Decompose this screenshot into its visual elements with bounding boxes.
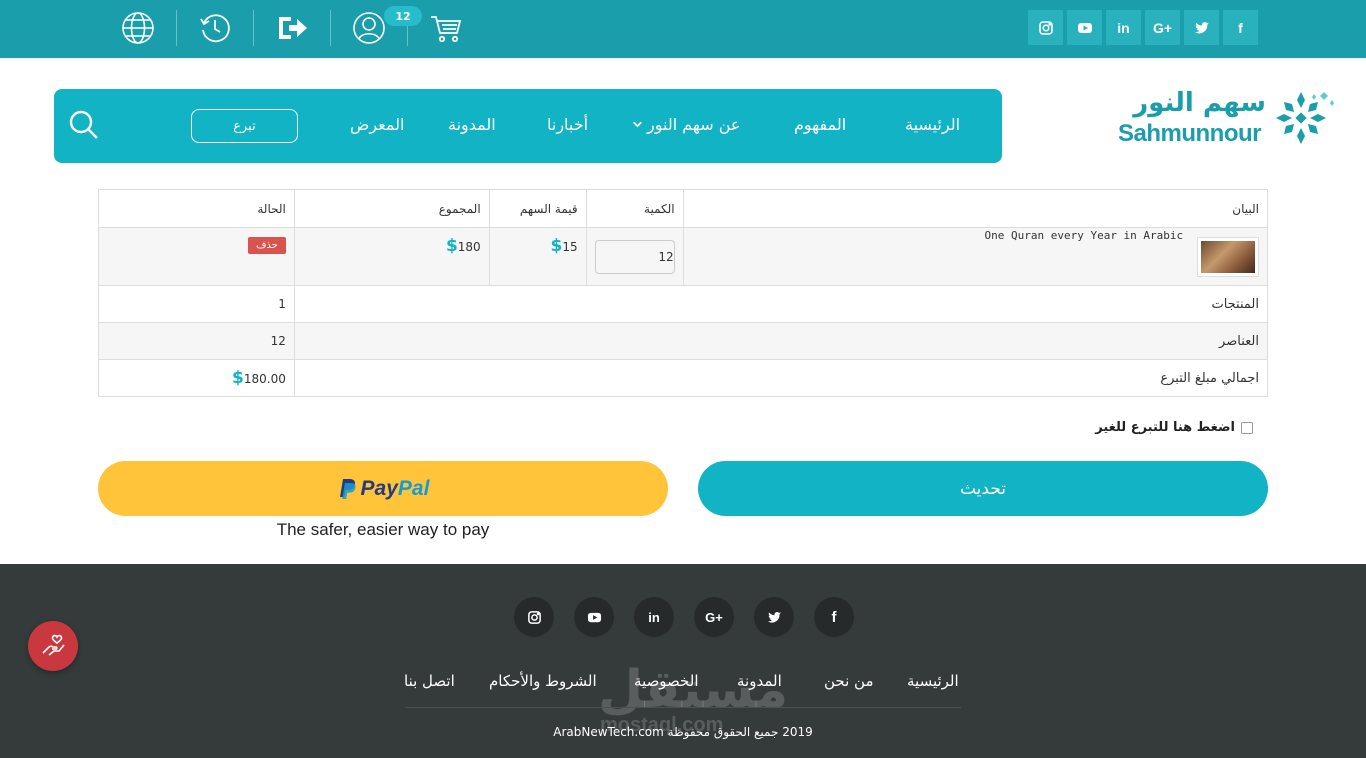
facebook-icon[interactable]: f: [1223, 10, 1258, 45]
youtube-icon[interactable]: [1067, 10, 1102, 45]
snowflake-logo-icon: [1276, 92, 1334, 144]
top-icons: [118, 8, 484, 48]
delete-button[interactable]: حذف: [248, 237, 286, 254]
gift-checkbox[interactable]: [1241, 421, 1253, 434]
footer-link-about[interactable]: من نحن: [824, 672, 874, 690]
item-qty-cell: 12: [585, 227, 684, 286]
product-thumbnail[interactable]: [1197, 236, 1259, 277]
footer-divider: [405, 707, 961, 708]
paypal-logo-icon: [339, 478, 356, 499]
footer-link-blog[interactable]: المدونة: [737, 672, 782, 690]
twitter-icon[interactable]: [1184, 10, 1219, 45]
footer: in G+ f مستقل mostaql.com اتصل بنا الشرو…: [0, 564, 1366, 758]
nav-item-concept[interactable]: المفهوم: [794, 115, 846, 134]
nav-item-news[interactable]: أخبارنا: [547, 115, 588, 134]
item-price: 15: [562, 240, 578, 254]
twitter-icon[interactable]: [754, 597, 794, 637]
summary-value: 1: [98, 285, 295, 323]
footer-link-home[interactable]: الرئيسية: [907, 672, 959, 690]
summary-total-cell: $180.00: [98, 359, 295, 397]
logout-icon[interactable]: [272, 8, 312, 48]
nav-item-home[interactable]: الرئيسية: [905, 115, 960, 134]
summary-row-items: العناصر 12: [98, 322, 1269, 360]
table-header-row: البيان الكمية قيمة السهم المجموع الحالة: [98, 189, 1269, 228]
footer-link-privacy[interactable]: الخصوصية: [634, 672, 698, 690]
divider: [330, 10, 331, 46]
nav-item-gallery[interactable]: المعرض: [350, 115, 404, 134]
item-desc-cell: One Quran every Year in Arabic: [682, 227, 1269, 286]
item-name[interactable]: One Quran every Year in Arabic: [984, 229, 1183, 242]
social-links-footer: in G+ f: [514, 597, 854, 637]
search-icon[interactable]: [68, 109, 100, 141]
logo-arabic: سهم النور: [1133, 88, 1266, 118]
col-header-desc: البيان: [682, 189, 1269, 228]
donate-button[interactable]: تبرع: [191, 109, 298, 143]
top-bar: 12 f G+ in: [0, 0, 1366, 58]
google-plus-icon[interactable]: G+: [694, 597, 734, 637]
instagram-icon[interactable]: [1028, 10, 1063, 45]
youtube-icon[interactable]: [574, 597, 614, 637]
logo-english: Sahmunnour: [1118, 120, 1262, 147]
copyright-text: 2019 جميع الحقوق محفوظة ArabNewTech.com: [553, 725, 813, 739]
item-total: 180: [457, 240, 481, 254]
nav-item-about[interactable]: عن سهم النور: [632, 115, 740, 134]
col-header-price: قيمة السهم: [488, 189, 587, 228]
item-price-cell: $15: [488, 227, 587, 286]
summary-value: 180.00: [243, 372, 286, 386]
history-icon[interactable]: [195, 8, 235, 48]
dollar-icon: $: [550, 236, 563, 256]
dollar-icon: $: [232, 368, 244, 388]
nav-item-about-label: عن سهم النور: [647, 115, 741, 134]
item-status-cell: حذف: [98, 227, 295, 286]
nav-item-blog[interactable]: المدونة: [448, 115, 496, 134]
cart-icon[interactable]: [426, 8, 466, 48]
cart-table: البيان الكمية قيمة السهم المجموع الحالة …: [98, 189, 1269, 397]
linkedin-icon[interactable]: in: [634, 597, 674, 637]
instagram-icon[interactable]: [514, 597, 554, 637]
item-total-cell: $180: [293, 227, 490, 286]
social-links-top: f G+ in: [1028, 10, 1258, 45]
col-header-status: الحالة: [98, 189, 295, 228]
paypal-button[interactable]: Pay Pal: [98, 461, 668, 516]
watermark: مستقل: [598, 660, 789, 720]
user-icon[interactable]: [349, 8, 389, 48]
facebook-icon[interactable]: f: [814, 597, 854, 637]
summary-value: 12: [98, 322, 295, 360]
dollar-icon: $: [445, 236, 458, 256]
footer-link-contact[interactable]: اتصل بنا: [404, 672, 455, 690]
globe-icon[interactable]: [118, 8, 158, 48]
summary-label: العناصر: [293, 322, 1269, 360]
footer-link-terms[interactable]: الشروط والأحكام: [489, 672, 597, 690]
hand-heart-icon: [42, 634, 65, 656]
summary-row-products: المنتجات 1: [98, 285, 1269, 323]
update-button[interactable]: تحديث: [698, 461, 1268, 516]
col-header-total: المجموع: [293, 189, 490, 228]
table-row: One Quran every Year in Arabic 12 $15 $1…: [98, 227, 1269, 286]
divider: [253, 10, 254, 46]
cart-count-badge: 12: [384, 6, 422, 26]
quantity-input[interactable]: 12: [594, 239, 675, 274]
paypal-brand-a: Pay: [360, 476, 398, 500]
google-plus-icon[interactable]: G+: [1145, 10, 1180, 45]
paypal-tagline: The safer, easier way to pay: [276, 520, 490, 539]
summary-row-total: اجمالي مبلغ التبرع $180.00: [98, 359, 1269, 397]
main-nav: تبرع المعرض المدونة أخبارنا عن سهم النور…: [54, 89, 1002, 163]
linkedin-icon[interactable]: in: [1106, 10, 1141, 45]
divider: [176, 10, 177, 46]
col-header-qty: الكمية: [585, 189, 684, 228]
chevron-down-icon: [633, 121, 642, 128]
gift-donation-option[interactable]: اضغط هنا للتبرع للغير: [1095, 420, 1253, 435]
summary-label: اجمالي مبلغ التبرع: [293, 359, 1269, 397]
paypal-brand-b: Pal: [397, 476, 430, 500]
donate-hand-button[interactable]: [28, 621, 78, 671]
site-logo[interactable]: سهم النور Sahmunnour: [1116, 88, 1338, 150]
gift-label: اضغط هنا للتبرع للغير: [1095, 420, 1235, 435]
summary-label: المنتجات: [293, 285, 1269, 323]
